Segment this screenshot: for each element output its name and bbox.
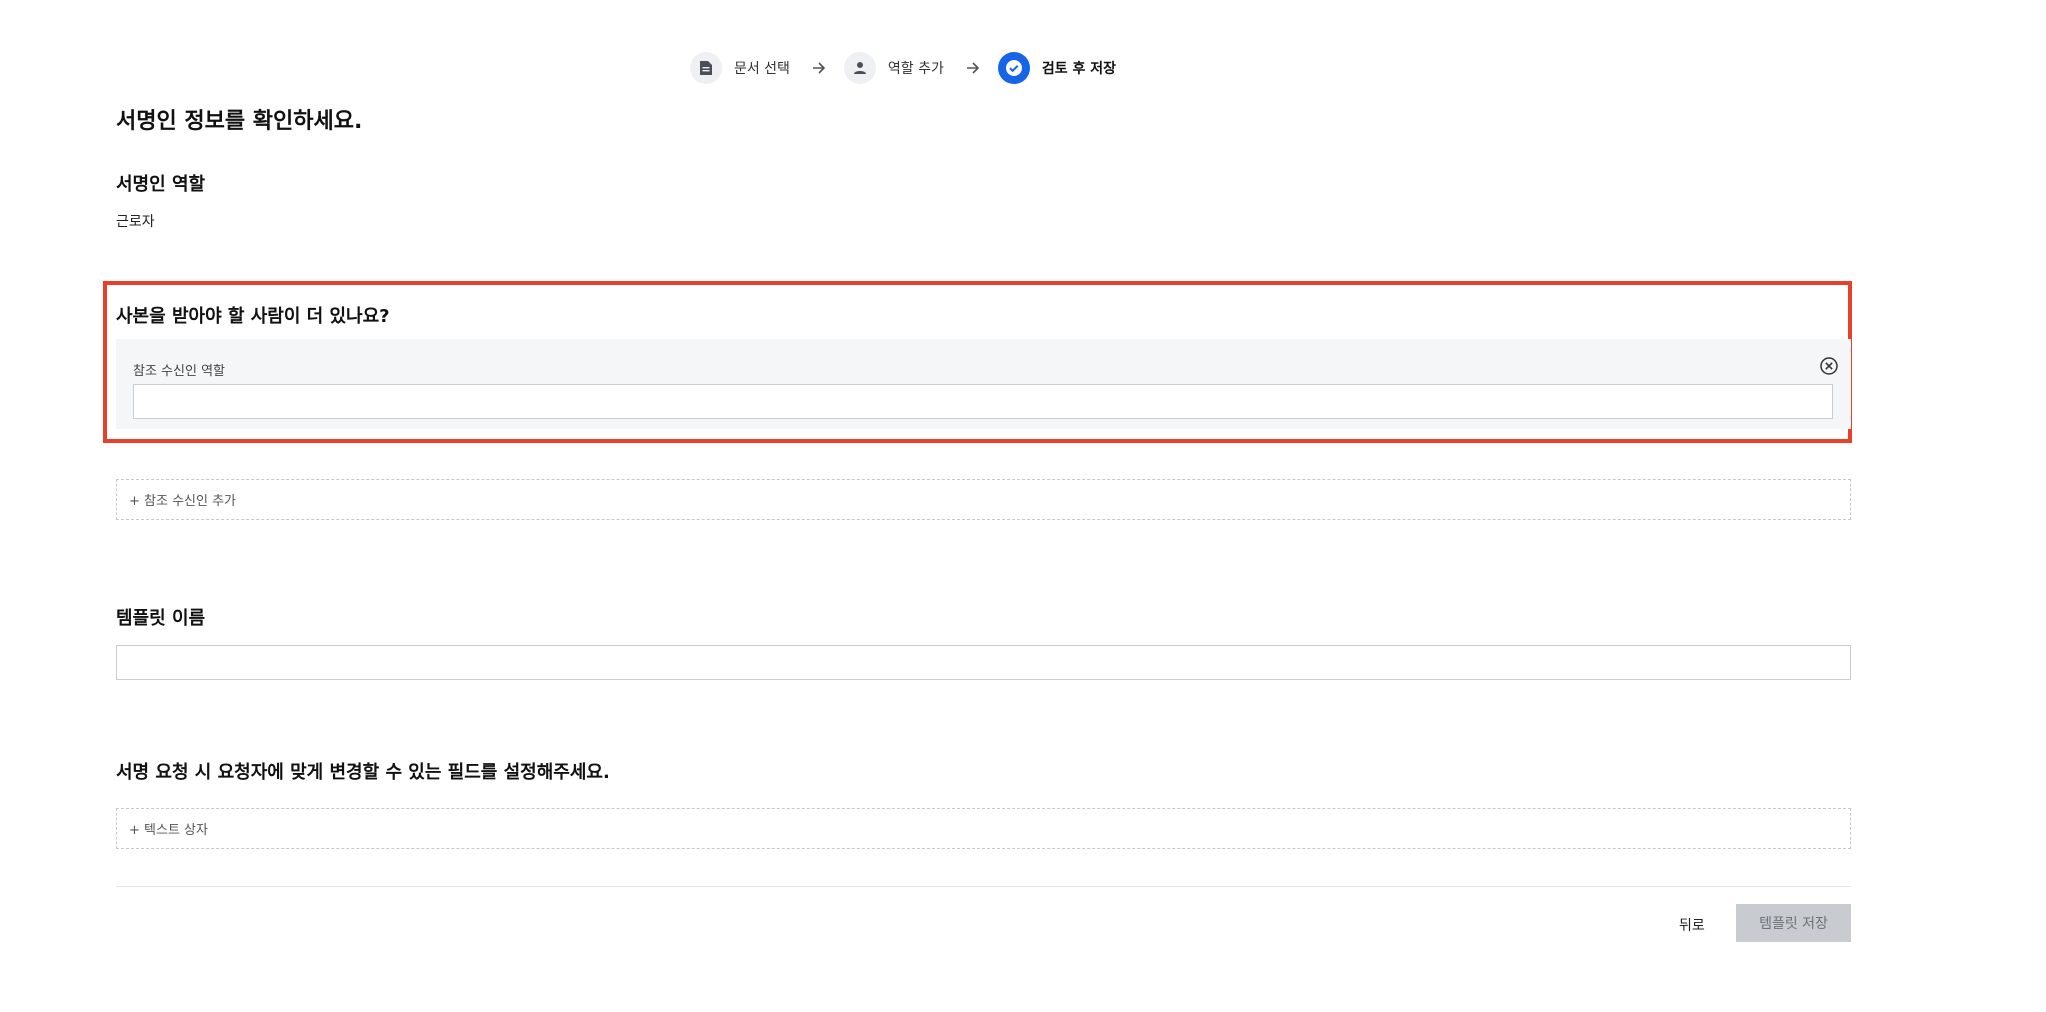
add-cc-recipient-button[interactable]: + 참조 수신인 추가 [116, 479, 1851, 520]
cc-section-heading: 사본을 받아야 할 사람이 더 있나요? [116, 306, 390, 327]
check-circle-icon [997, 52, 1030, 84]
document-icon [689, 52, 722, 84]
step-label: 역할 추가 [887, 61, 944, 77]
back-button[interactable]: 뒤로 [1669, 907, 1715, 943]
save-template-button[interactable]: 템플릿 저장 [1736, 904, 1851, 942]
cc-recipient-label: 참조 수신인 역할 [133, 364, 225, 379]
page-title: 서명인 정보를 확인하세요. [116, 109, 363, 134]
step-review-save[interactable]: 검토 후 저장 [997, 52, 1117, 84]
signer-role-value: 근로자 [116, 214, 155, 230]
arrow-right-icon [966, 62, 980, 74]
step-label: 문서 선택 [733, 61, 790, 77]
editable-fields-heading: 서명 요청 시 요청자에 맞게 변경할 수 있는 필드를 설정해주세요. [116, 762, 610, 783]
signer-role-heading: 서명인 역할 [116, 174, 206, 195]
step-add-role[interactable]: 역할 추가 [843, 52, 944, 84]
progress-stepper: 문서 선택 역할 추가 검토 후 저장 [0, 50, 1926, 86]
arrow-right-icon [812, 62, 826, 74]
person-icon [843, 52, 876, 84]
divider [116, 886, 1851, 887]
template-review-page: 문서 선택 역할 추가 검토 후 저장 서명인 정보를 확인하세요. 서명인 역… [0, 0, 2046, 1012]
template-name-input[interactable] [116, 645, 1851, 680]
add-textbox-button[interactable]: + 텍스트 상자 [116, 808, 1851, 849]
step-select-document[interactable]: 문서 선택 [689, 52, 790, 84]
cc-recipient-card: 참조 수신인 역할 [116, 339, 1851, 429]
cc-recipient-role-input[interactable] [133, 384, 1833, 419]
remove-recipient-button[interactable] [1819, 356, 1839, 376]
step-label: 검토 후 저장 [1041, 61, 1117, 77]
template-name-heading: 템플릿 이름 [116, 608, 206, 629]
close-circle-icon [1820, 357, 1838, 375]
